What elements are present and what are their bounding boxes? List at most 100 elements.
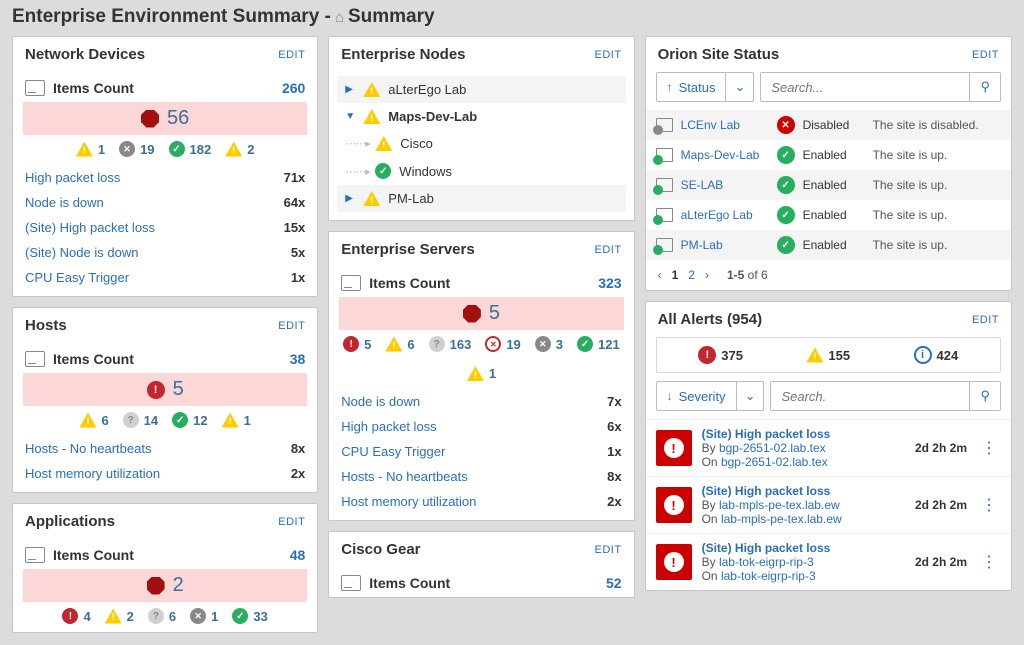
stat-item[interactable]: 2 xyxy=(225,141,254,157)
tree-toggle-icon[interactable]: ▶ xyxy=(345,84,355,95)
stat-item[interactable]: 5 xyxy=(343,336,371,352)
site-row[interactable]: PM-Lab Enabled The site is up. xyxy=(646,230,1011,260)
alert-title[interactable]: (Site) High packet loss xyxy=(702,541,905,555)
alert-row[interactable]: (Site) High packet loss By lab-tok-eigrp… xyxy=(646,533,1011,590)
stat-item[interactable]: 182 xyxy=(169,141,212,157)
items-count-label: Items Count xyxy=(53,351,134,367)
edit-link[interactable]: EDIT xyxy=(972,49,999,61)
alert-summary-item[interactable]: 424 xyxy=(914,346,959,364)
alert-by-link[interactable]: lab-mpls-pe-tex.lab.ew xyxy=(719,498,840,512)
site-row[interactable]: SE-LAB Enabled The site is up. xyxy=(646,170,1011,200)
site-row[interactable]: Maps-Dev-Lab Enabled The site is up. xyxy=(646,140,1011,170)
stat-item[interactable]: 1 xyxy=(76,141,105,157)
items-count-value[interactable]: 52 xyxy=(606,575,622,591)
stat-item[interactable]: 33 xyxy=(232,608,267,624)
kebab-menu-icon[interactable]: ⋮ xyxy=(977,495,1001,515)
search-button[interactable]: ⚲ xyxy=(969,382,1000,410)
items-count-value[interactable]: 38 xyxy=(290,351,306,367)
stat-item[interactable]: 1 xyxy=(190,608,218,624)
site-row[interactable]: LCEnv Lab ✕ Disabled The site is disable… xyxy=(646,110,1011,140)
alert-title[interactable]: (Site) High packet loss xyxy=(702,484,905,498)
alert-time: 2d 2h 2m xyxy=(915,441,967,455)
stat-item[interactable]: 2 xyxy=(105,608,134,624)
list-item[interactable]: (Site) Node is down5x xyxy=(13,240,317,265)
list-item[interactable]: (Site) High packet loss15x xyxy=(13,215,317,240)
alert-summary-item[interactable]: 375 xyxy=(698,346,743,364)
tree-row[interactable]: Cisco xyxy=(337,130,625,157)
stat-item[interactable]: 6 xyxy=(79,412,108,428)
pager-next[interactable]: › xyxy=(705,268,709,282)
list-item[interactable]: Node is down64x xyxy=(13,190,317,215)
search-input[interactable] xyxy=(771,382,969,410)
alert-by-link[interactable]: bgp-2651-02.lab.tex xyxy=(719,441,826,455)
pager-page-2[interactable]: 2 xyxy=(688,268,695,282)
stat-item[interactable]: 19 xyxy=(485,336,520,352)
stat-item[interactable]: 121 xyxy=(577,336,620,352)
alert-on-link[interactable]: lab-mpls-pe-tex.lab.ew xyxy=(721,512,842,526)
tree-toggle-icon[interactable]: ▼ xyxy=(345,111,355,122)
site-name[interactable]: LCEnv Lab xyxy=(681,118,769,132)
kebab-menu-icon[interactable]: ⋮ xyxy=(977,552,1001,572)
green-icon xyxy=(577,336,593,352)
sort-dropdown[interactable]: ⌄ xyxy=(725,73,753,101)
status-breakdown: 56 163 19 3 121 1 xyxy=(329,330,633,389)
gray-x-icon xyxy=(119,141,135,157)
list-item[interactable]: High packet loss6x xyxy=(329,414,633,439)
items-count-value[interactable]: 260 xyxy=(282,80,305,96)
stat-item[interactable]: 6 xyxy=(385,336,414,352)
panel-cisco-gear: Cisco Gear EDIT Items Count 52 xyxy=(328,531,634,598)
items-count-value[interactable]: 48 xyxy=(290,547,306,563)
tree-row[interactable]: ▶aLterEgo Lab xyxy=(337,76,625,103)
edit-link[interactable]: EDIT xyxy=(278,49,305,61)
pager-current: 1 xyxy=(672,268,679,282)
edit-link[interactable]: EDIT xyxy=(595,49,622,61)
alert-summary-item[interactable]: 155 xyxy=(806,346,850,364)
list-item[interactable]: Host memory utilization2x xyxy=(329,489,633,514)
search-input[interactable] xyxy=(761,73,969,101)
stat-item[interactable]: 1 xyxy=(222,412,251,428)
search-button[interactable]: ⚲ xyxy=(969,73,1000,101)
alert-row[interactable]: (Site) High packet loss By lab-mpls-pe-t… xyxy=(646,476,1011,533)
stat-item[interactable]: 14 xyxy=(123,412,158,428)
panel-title: Hosts xyxy=(25,317,67,334)
stat-item[interactable]: 1 xyxy=(467,366,496,381)
tree-toggle-icon[interactable]: ▶ xyxy=(345,193,355,204)
site-name[interactable]: SE-LAB xyxy=(681,178,769,192)
list-item[interactable]: CPU Easy Trigger1x xyxy=(329,439,633,464)
list-item[interactable]: High packet loss71x xyxy=(13,165,317,190)
list-item[interactable]: Node is down7x xyxy=(329,389,633,414)
site-name[interactable]: aLterEgo Lab xyxy=(681,208,769,222)
items-count-value[interactable]: 323 xyxy=(598,275,621,291)
stat-item[interactable]: 6 xyxy=(148,608,176,624)
pager-prev[interactable]: ‹ xyxy=(658,268,662,282)
stat-item[interactable]: 163 xyxy=(429,336,472,352)
site-row[interactable]: aLterEgo Lab Enabled The site is up. xyxy=(646,200,1011,230)
tree-row[interactable]: ▼Maps-Dev-Lab xyxy=(337,103,625,130)
alert-row[interactable]: (Site) High packet loss By bgp-2651-02.l… xyxy=(646,419,1011,476)
alert-by-link[interactable]: lab-tok-eigrp-rip-3 xyxy=(719,555,814,569)
edit-link[interactable]: EDIT xyxy=(595,244,622,256)
stat-item[interactable]: 4 xyxy=(62,608,90,624)
edit-link[interactable]: EDIT xyxy=(595,544,622,556)
site-name[interactable]: PM-Lab xyxy=(681,238,769,252)
list-item[interactable]: Hosts - No heartbeats8x xyxy=(13,436,317,461)
sort-dropdown[interactable]: ⌄ xyxy=(736,382,764,410)
edit-link[interactable]: EDIT xyxy=(278,320,305,332)
alert-on-link[interactable]: bgp-2651-02.lab.tex xyxy=(721,455,828,469)
sort-button[interactable]: ↓Severity ⌄ xyxy=(656,381,765,411)
stat-item[interactable]: 12 xyxy=(172,412,207,428)
edit-link[interactable]: EDIT xyxy=(972,314,999,326)
sort-button[interactable]: ↑Status ⌄ xyxy=(656,72,755,102)
alert-title[interactable]: (Site) High packet loss xyxy=(702,427,905,441)
list-item[interactable]: Hosts - No heartbeats8x xyxy=(329,464,633,489)
edit-link[interactable]: EDIT xyxy=(278,516,305,528)
alert-on-link[interactable]: lab-tok-eigrp-rip-3 xyxy=(721,569,816,583)
kebab-menu-icon[interactable]: ⋮ xyxy=(977,438,1001,458)
tree-row[interactable]: Windows xyxy=(337,157,625,185)
list-item[interactable]: Host memory utilization2x xyxy=(13,461,317,486)
site-name[interactable]: Maps-Dev-Lab xyxy=(681,148,769,162)
stat-item[interactable]: 19 xyxy=(119,141,154,157)
stat-item[interactable]: 3 xyxy=(535,336,563,352)
list-item[interactable]: CPU Easy Trigger1x xyxy=(13,265,317,290)
tree-row[interactable]: ▶PM-Lab xyxy=(337,185,625,212)
